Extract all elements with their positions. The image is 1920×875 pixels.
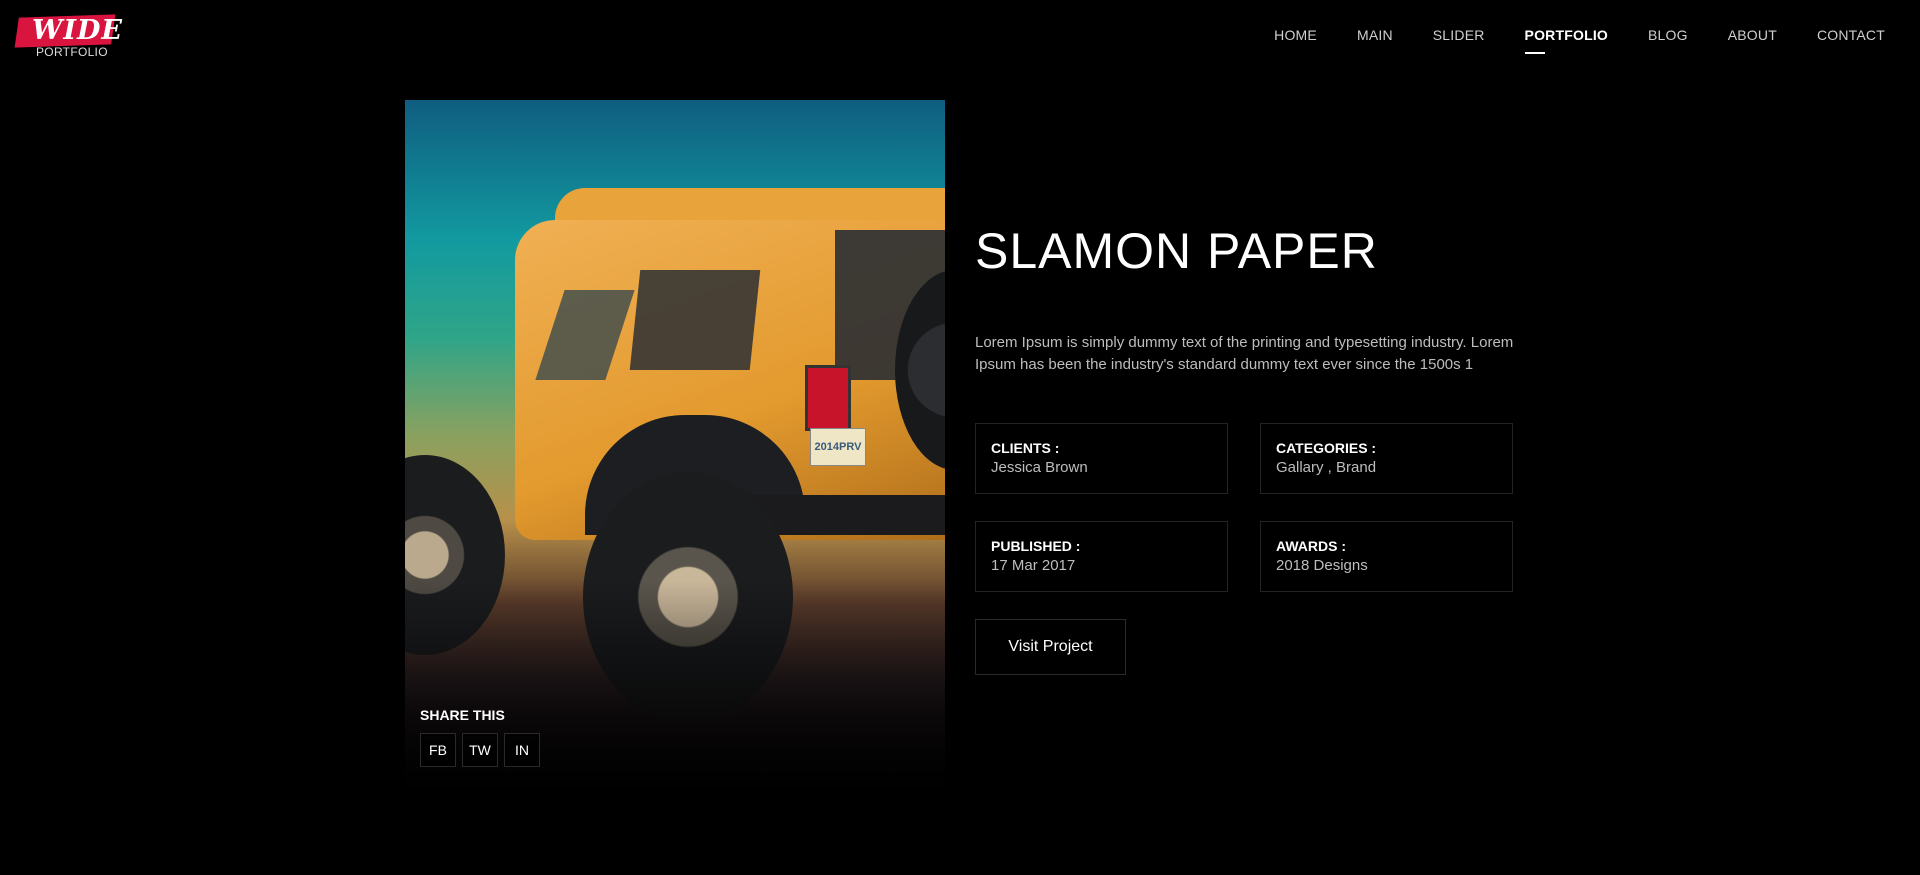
published-value: 17 Mar 2017 [991, 557, 1076, 574]
categories-value: Gallary , Brand [1276, 459, 1377, 476]
nav-home[interactable]: HOME [1274, 27, 1317, 43]
awards-value: 2018 Designs [1276, 557, 1368, 574]
jeep-side-window [629, 270, 761, 370]
share-linkedin-button[interactable]: IN [504, 733, 540, 767]
nav-main[interactable]: MAIN [1357, 27, 1393, 43]
published-card: PUBLISHED : 17 Mar 2017 [975, 521, 1228, 592]
project-description: Lorem Ipsum is simply dummy text of the … [975, 334, 1514, 373]
published-label: PUBLISHED : [991, 538, 1081, 554]
license-plate: 2014PRV [810, 428, 866, 466]
nav-portfolio[interactable]: PORTFOLIO [1524, 27, 1608, 54]
clients-value: Jessica Brown [991, 459, 1088, 476]
main-nav: HOME MAIN SLIDER PORTFOLIO BLOG ABOUT CO… [1234, 27, 1885, 54]
categories-label: CATEGORIES : [1276, 440, 1377, 456]
project-image: 2014PRV [405, 100, 945, 800]
clients-card: CLIENTS : Jessica Brown [975, 423, 1228, 494]
share-title: SHARE THIS [420, 707, 505, 723]
share-buttons: FB TW IN [420, 733, 540, 767]
visit-project-button[interactable]: Visit Project [975, 619, 1126, 675]
nav-contact[interactable]: CONTACT [1817, 27, 1885, 43]
clients-label: CLIENTS : [991, 440, 1060, 456]
logo-word: WIDE [32, 15, 123, 46]
image-shade [405, 580, 945, 800]
nav-about[interactable]: ABOUT [1728, 27, 1777, 43]
nav-slider[interactable]: SLIDER [1433, 27, 1485, 43]
jeep-taillight [805, 365, 851, 431]
share-block: SHARE THIS FB TW IN [420, 707, 540, 767]
logo-subtitle: PORTFOLIO [36, 45, 108, 59]
awards-label: AWARDS : [1276, 538, 1346, 554]
awards-card: AWARDS : 2018 Designs [1260, 521, 1513, 592]
logo[interactable]: WIDE PORTFOLIO [14, 14, 122, 59]
share-twitter-button[interactable]: TW [462, 733, 498, 767]
categories-card: CATEGORIES : Gallary , Brand [1260, 423, 1513, 494]
nav-blog[interactable]: BLOG [1648, 27, 1688, 43]
project-title: SLAMON PAPER [975, 223, 1378, 279]
share-facebook-button[interactable]: FB [420, 733, 456, 767]
